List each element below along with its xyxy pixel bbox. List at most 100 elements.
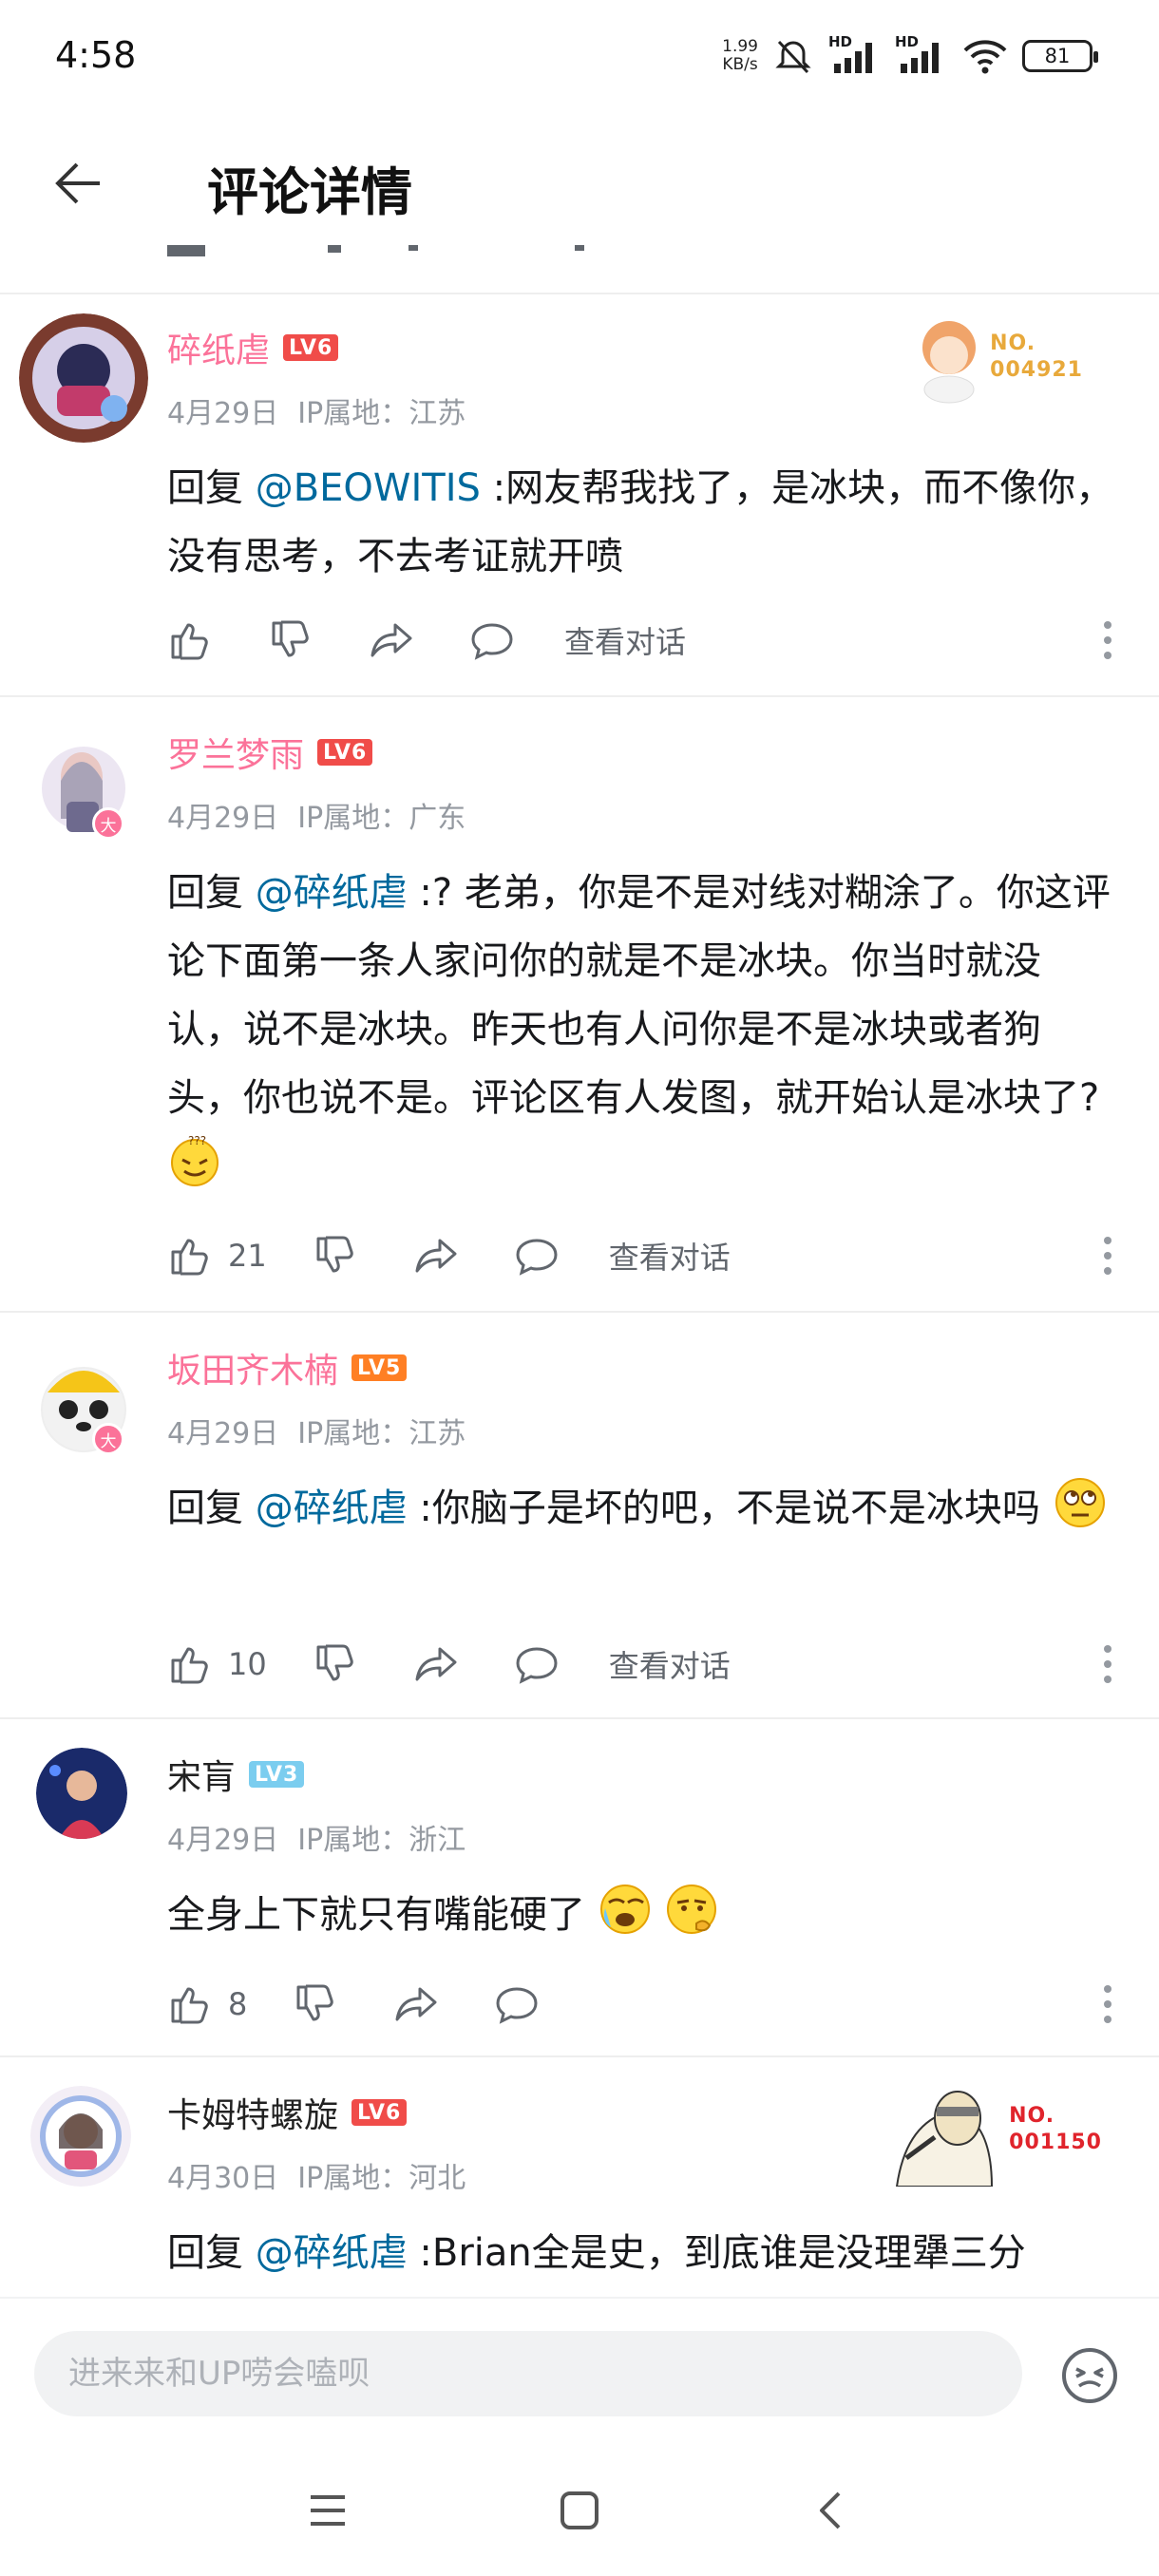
comment-bubble-icon: [516, 1239, 558, 1276]
share-icon: [415, 1239, 457, 1273]
comment-item: 碎纸虐 LV6 4月29日 IP属地：江苏 NO. 004921 回复 @BEOW…: [0, 294, 1159, 697]
more-options-button[interactable]: [1098, 1636, 1117, 1693]
like-button[interactable]: 10: [167, 1636, 267, 1693]
wifi-icon: [963, 40, 1007, 74]
like-button[interactable]: 21: [167, 1227, 267, 1284]
share-button[interactable]: [413, 1227, 459, 1284]
view-conversation-link[interactable]: 查看对话: [609, 1234, 731, 1278]
username[interactable]: 罗兰梦雨: [167, 728, 304, 777]
menu-icon: [311, 2495, 345, 2526]
avatar-image: [19, 313, 148, 443]
reply-button[interactable]: [514, 1636, 560, 1693]
more-options-button[interactable]: [1098, 612, 1117, 669]
level-badge: LV3: [249, 1761, 305, 1788]
svg-text:???: ???: [188, 1134, 206, 1147]
reply-input[interactable]: [34, 2331, 1022, 2416]
network-speed: 1.99 KB/s: [722, 37, 758, 74]
dislike-button[interactable]: [293, 1976, 338, 2033]
avatar[interactable]: [19, 1339, 148, 1468]
like-count: 21: [228, 1238, 267, 1274]
fan-badge: NO. 004921: [916, 310, 1083, 405]
share-button[interactable]: [369, 612, 414, 669]
signal-bars-icon: [834, 43, 872, 73]
reply-button[interactable]: [469, 612, 515, 669]
fan-badge: NO. 001150: [887, 2073, 1102, 2187]
like-count: 10: [228, 1646, 267, 1682]
comment-text: 全身上下就只有嘴能硬了: [167, 1881, 1115, 1949]
share-button[interactable]: [393, 1976, 439, 2033]
avatar-vip-badge: 大: [92, 807, 124, 840]
reply-button[interactable]: [494, 1976, 540, 2033]
status-icons: 1.99 KB/s HD HD 81: [722, 33, 1098, 78]
avatar[interactable]: [19, 313, 148, 443]
like-button[interactable]: [167, 612, 213, 669]
comment-meta: 4月29日 IP属地：江苏: [167, 389, 484, 431]
level-badge: LV6: [317, 739, 373, 766]
mention-link[interactable]: @碎纸虐: [256, 2231, 408, 2275]
ip-location: IP属地：江苏: [297, 1417, 466, 1450]
mention-link[interactable]: @碎纸虐: [256, 1487, 408, 1530]
home-button[interactable]: [546, 2477, 613, 2544]
page-title: 评论详情: [207, 162, 412, 222]
user-info: 宋肓 LV3: [167, 1750, 305, 1799]
username[interactable]: 宋肓: [167, 1750, 236, 1799]
dislike-button[interactable]: [313, 1636, 358, 1693]
username[interactable]: 坂田齐木楠: [167, 1343, 338, 1392]
comment-bubble-icon: [496, 1987, 538, 2024]
avatar[interactable]: [19, 724, 148, 853]
dislike-button[interactable]: [313, 1227, 358, 1284]
view-conversation-link[interactable]: 查看对话: [564, 618, 686, 662]
comment-text: 回复 @碎纸虐 :你脑子是坏的吧，不是说不是冰块吗: [167, 1474, 1115, 1543]
action-bar: 21 查看对话: [167, 1227, 731, 1284]
comment-meta: 4月29日 IP属地：浙江: [167, 1816, 484, 1858]
ip-location: IP属地：浙江: [297, 1824, 466, 1857]
avatar-image: [30, 2086, 131, 2187]
view-conversation-link[interactable]: 查看对话: [609, 1642, 731, 1686]
signal-bars-icon: [901, 43, 939, 73]
fan-badge-character-icon: [896, 2091, 994, 2187]
username[interactable]: 碎纸虐: [167, 323, 270, 372]
status-time: 4:58: [55, 34, 137, 76]
user-info: 罗兰梦雨 LV6: [167, 728, 373, 777]
reply-button[interactable]: [514, 1227, 560, 1284]
share-icon: [415, 1647, 457, 1681]
comment-meta: 4月29日 IP属地：江苏: [167, 1410, 484, 1451]
comment-bubble-icon: [516, 1647, 558, 1684]
badge-number: 004921: [990, 358, 1083, 382]
battery-indicator: 81: [1022, 40, 1098, 72]
comment-text: 回复 @碎纸虐 :Brian全是史，到底谁是没理犟三分: [167, 2231, 1026, 2275]
avatar[interactable]: [36, 1748, 127, 1839]
signal-2: HD: [895, 33, 948, 75]
emoji-button[interactable]: [1060, 2346, 1119, 2405]
comment-bubble-icon: [471, 623, 513, 660]
more-options-button[interactable]: [1098, 1227, 1117, 1284]
back-nav-button[interactable]: [798, 2477, 864, 2544]
share-icon: [395, 1987, 437, 2021]
back-chevron-icon: [820, 2491, 841, 2529]
action-bar: 8: [167, 1976, 540, 2033]
thumbs-up-icon: [171, 1239, 208, 1276]
system-nav-bar: [0, 2445, 1159, 2576]
status-bar: 4:58 1.99 KB/s HD HD 81: [0, 0, 1159, 112]
badge-label: NO.: [1009, 2104, 1055, 2128]
level-badge: LV6: [283, 334, 339, 361]
menu-button[interactable]: [294, 2477, 361, 2544]
back-button[interactable]: [46, 150, 112, 217]
username[interactable]: 卡姆特螺旋: [167, 2088, 338, 2137]
avatar-image: [19, 1339, 148, 1468]
dislike-button[interactable]: [268, 612, 314, 669]
mention-link[interactable]: @碎纸虐: [256, 871, 408, 915]
avatar[interactable]: [30, 2086, 131, 2187]
signal-1: HD: [828, 33, 882, 75]
like-button[interactable]: 8: [167, 1976, 247, 2033]
comment-text: 回复 @碎纸虐 :? 老弟，你是不是对线对糊涂了。你这评论下面第一条人家问你的就…: [167, 859, 1115, 1201]
mention-link[interactable]: @BEOWITIS: [256, 466, 481, 510]
badge-label: NO.: [990, 331, 1036, 355]
thumbs-down-icon: [316, 1644, 353, 1681]
more-options-button[interactable]: [1098, 1976, 1117, 2033]
comment-item: 宋肓 LV3 4月29日 IP属地：浙江 全身上下就只有嘴能硬了 8: [0, 1719, 1159, 2057]
comment-list[interactable]: 碎纸虐 LV6 4月29日 IP属地：江苏 NO. 004921 回复 @BEOW…: [0, 294, 1159, 2297]
crying-face-emoji-icon: [598, 1882, 653, 1937]
user-info: 碎纸虐 LV6: [167, 323, 339, 372]
share-button[interactable]: [413, 1636, 459, 1693]
